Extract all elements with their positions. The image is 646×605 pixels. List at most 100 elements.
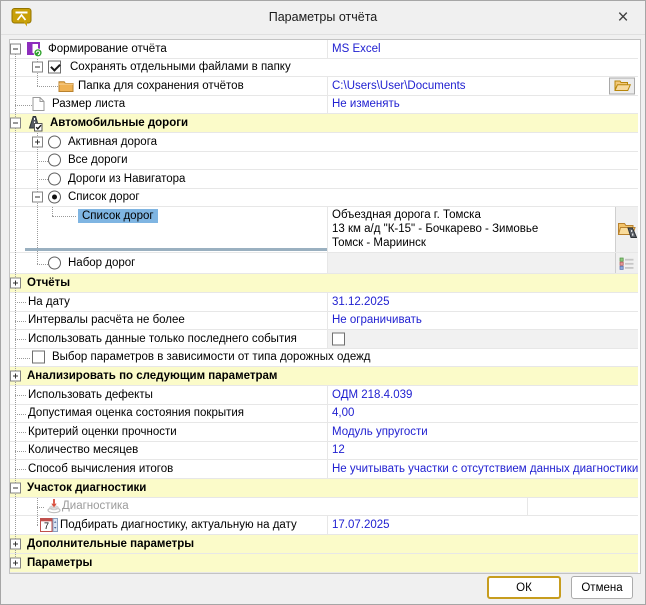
row-use-defects[interactable]: Использовать дефектыОДМ 218.4.039: [10, 386, 638, 405]
radio-off[interactable]: [48, 135, 61, 148]
column-divider: [327, 386, 328, 404]
radio-off[interactable]: [48, 154, 61, 167]
row-value[interactable]: ОДМ 218.4.039: [332, 389, 412, 401]
row-on-date[interactable]: На дату 31.12.2025: [10, 293, 638, 312]
row-value[interactable]: Не учитывать участки с отсутствием данны…: [332, 463, 638, 475]
row-value[interactable]: 31.12.2025: [332, 296, 390, 308]
expander-minus-icon[interactable]: [10, 482, 21, 493]
row-label: Параметры: [27, 557, 92, 569]
row-last-event-data[interactable]: Использовать данные только последнего со…: [10, 330, 638, 349]
row-label: Интервалы расчёта не более: [28, 314, 185, 326]
row-label: Использовать данные только последнего со…: [28, 333, 297, 345]
row-value[interactable]: MS Excel: [332, 43, 381, 55]
list-icon: [619, 257, 635, 270]
row-label: Автомобильные дороги: [50, 117, 188, 129]
row-value[interactable]: 12: [332, 444, 345, 456]
column-divider: [327, 77, 328, 95]
row-label: Папка для сохранения отчётов: [78, 80, 244, 92]
row-diagnostics-section[interactable]: Участок диагностики: [10, 479, 638, 498]
row-resize-bar[interactable]: [25, 248, 327, 251]
row-road-set[interactable]: Набор дорог: [10, 253, 638, 274]
radio-off[interactable]: [48, 257, 61, 270]
value-checkbox-unchecked[interactable]: [332, 332, 345, 345]
expander-plus-icon[interactable]: [10, 538, 21, 549]
row-label: Выбор параметров в зависимости от типа д…: [52, 351, 371, 363]
row-label: Критерий оценки прочности: [28, 426, 177, 438]
diag-icon: [46, 498, 62, 514]
row-label: Размер листа: [52, 98, 125, 110]
row-value[interactable]: Не изменять: [332, 98, 400, 110]
expander-plus-icon[interactable]: [32, 136, 43, 147]
row-diagnostics[interactable]: Диагностика: [10, 498, 638, 517]
row-side-cell[interactable]: [615, 253, 638, 273]
row-save-folder[interactable]: Папка для сохранения отчётов C:\Users\Use…: [10, 77, 638, 96]
value-cell-bg: [327, 330, 638, 348]
row-save-separate-files[interactable]: Сохранять отдельными файлами в папку: [10, 59, 638, 78]
row-label: Дополнительные параметры: [27, 538, 194, 550]
row-allowed-condition[interactable]: Допустимая оценка состояния покрытия4,00: [10, 405, 638, 424]
row-label: Активная дорога: [68, 136, 157, 148]
row-report-format[interactable]: Формирование отчётаMS Excel: [10, 40, 638, 59]
row-value[interactable]: 17.07.2025: [332, 519, 390, 531]
expander-minus-icon[interactable]: [10, 43, 21, 54]
expander-minus-icon[interactable]: [32, 192, 43, 203]
report-icon: [26, 41, 43, 57]
row-label: Количество месяцев: [28, 444, 138, 456]
titlebar[interactable]: Параметры отчёта ×: [1, 1, 645, 35]
row-analyze-section[interactable]: Анализировать по следующим параметрам: [10, 367, 638, 386]
expander-plus-icon[interactable]: [10, 371, 21, 382]
column-divider: [327, 405, 328, 423]
folder-icon: [58, 79, 74, 92]
column-divider: [327, 40, 328, 58]
road-icon: [26, 115, 43, 132]
row-value[interactable]: C:\Users\User\Documents: [332, 80, 466, 92]
dialog-title: Параметры отчёта: [1, 10, 645, 24]
row-road-list[interactable]: Список дорогОбъездная дорога г. Томска13…: [10, 207, 638, 253]
row-label: Анализировать по следующим параметрам: [27, 370, 277, 382]
row-label: Диагностика: [62, 500, 129, 512]
column-divider: [327, 423, 328, 441]
row-reports-section[interactable]: Отчёты: [10, 274, 638, 293]
ok-button[interactable]: ОК: [487, 576, 561, 599]
row-label: Список дорог: [68, 191, 140, 203]
cancel-button[interactable]: Отмена: [571, 576, 633, 599]
row-side-cell[interactable]: [615, 207, 638, 252]
row-value[interactable]: Не ограничивать: [332, 314, 422, 326]
radio-on[interactable]: [48, 191, 61, 204]
row-value[interactable]: Модуль упругости: [332, 426, 428, 438]
checkbox-unchecked[interactable]: [32, 351, 45, 364]
expander-plus-icon[interactable]: [10, 278, 21, 289]
row-strength-criterion[interactable]: Критерий оценки прочности Модуль упругост…: [10, 423, 638, 442]
row-value-multiline[interactable]: Объездная дорога г. Томска13 км а/д "К-1…: [332, 209, 538, 250]
row-months-count[interactable]: Количество месяцев 12: [10, 442, 638, 461]
browse-folder-button[interactable]: [609, 77, 635, 94]
column-divider: [327, 312, 328, 330]
property-grid: Формирование отчётаMS ExcelСохранять отд…: [9, 39, 641, 574]
expander-minus-icon[interactable]: [10, 118, 21, 129]
row-label: Все дороги: [68, 154, 128, 166]
column-divider: [327, 442, 328, 460]
row-additional-params-section[interactable]: Дополнительные параметры: [10, 535, 638, 554]
column-divider: [327, 460, 328, 478]
row-auto-roads-section[interactable]: Автомобильные дороги: [10, 114, 638, 133]
expander-plus-icon[interactable]: [10, 557, 21, 568]
row-all-roads[interactable]: Все дороги: [10, 152, 638, 171]
svg-text:7: 7: [44, 521, 49, 531]
row-navigator-roads[interactable]: Дороги из Навигатора: [10, 170, 638, 189]
row-sheet-size[interactable]: Размер листа Не изменять: [10, 96, 638, 115]
checkbox-checked[interactable]: [48, 61, 61, 74]
row-value[interactable]: 4,00: [332, 407, 354, 419]
row-calc-intervals[interactable]: Интервалы расчёта не более Не ограничиват…: [10, 312, 638, 331]
row-label: Дороги из Навигатора: [68, 173, 185, 185]
row-active-road[interactable]: Активная дорога: [10, 133, 638, 152]
row-pavement-type-params[interactable]: Выбор параметров в зависимости от типа д…: [10, 349, 638, 368]
calendar-icon: 7: [40, 518, 58, 532]
expander-minus-icon[interactable]: [32, 62, 43, 73]
row-label: На дату: [28, 296, 70, 308]
row-road-list-option[interactable]: Список дорог: [10, 189, 638, 208]
row-totals-method[interactable]: Способ вычисления итоговНе учитывать уча…: [10, 460, 638, 479]
row-diagnostics-date[interactable]: 7Подбирать диагностику, актуальную на да…: [10, 516, 638, 535]
close-icon[interactable]: ×: [611, 6, 635, 30]
row-params-section[interactable]: Параметры: [10, 554, 638, 573]
radio-off[interactable]: [48, 172, 61, 185]
